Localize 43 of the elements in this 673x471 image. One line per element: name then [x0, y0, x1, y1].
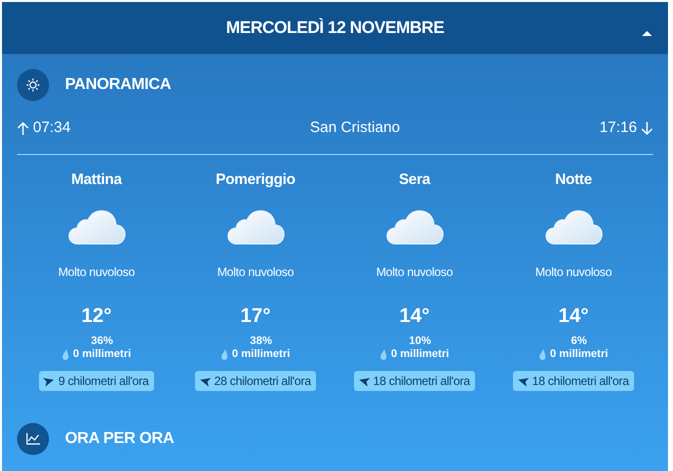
- section-title: PANORAMICA: [65, 75, 172, 95]
- raindrop-icon: [380, 349, 387, 360]
- wind-speed: 9 chilometri all'ora: [58, 373, 149, 390]
- temperature: 14°: [558, 304, 589, 329]
- cloud-icon: [386, 209, 444, 245]
- chart-icon: [17, 423, 49, 455]
- temperature: 12°: [81, 304, 112, 329]
- sun-icon: [17, 69, 49, 101]
- rain-amount: 0 millimetri: [550, 348, 608, 361]
- raindrop-icon: [62, 349, 69, 360]
- condition-text: Molto nuvoloso: [535, 264, 612, 281]
- section-title: ORA PER ORA: [65, 429, 174, 449]
- rain-chance: 10%: [408, 335, 431, 348]
- day-title: MERCOLEDÌ 12 NOVEMBRE: [226, 17, 444, 40]
- cloud-icon: [544, 209, 602, 245]
- rain-amount: 0 millimetri: [72, 348, 132, 361]
- temperature: 17°: [240, 304, 271, 329]
- condition-text: Molto nuvoloso: [376, 264, 453, 281]
- sunset-arrow-icon: [640, 122, 653, 135]
- rain-amount: 0 millimetri: [390, 348, 450, 361]
- day-header[interactable]: MERCOLEDÌ 12 NOVEMBRE: [2, 2, 668, 54]
- sunrise-time: 07:34: [33, 118, 71, 138]
- period-name: Mattina: [71, 170, 122, 190]
- rain-chance: 6%: [571, 335, 587, 348]
- wind-speed: 18 chilometri all'ora: [373, 373, 470, 390]
- period-name: Pomeriggio: [216, 170, 296, 190]
- wind-speed: 28 chilometri all'ora: [214, 373, 311, 390]
- rain-chance: 36%: [90, 335, 113, 348]
- location-name: San Cristiano: [310, 118, 400, 138]
- rain-amount: 0 millimetri: [232, 348, 290, 361]
- temperature: 14°: [399, 304, 430, 329]
- raindrop-icon: [538, 349, 546, 360]
- sunrise-arrow-icon: [17, 122, 29, 135]
- cloud-icon: [68, 209, 126, 245]
- rain-chance: 38%: [250, 335, 272, 348]
- condition-text: Molto nuvoloso: [58, 264, 135, 281]
- wind-speed: 18 chilometri all'ora: [532, 373, 629, 390]
- period-name: Notte: [555, 170, 592, 190]
- period-name: Sera: [398, 170, 430, 190]
- condition-text: Molto nuvoloso: [217, 264, 294, 281]
- sunset-time: 17:16: [599, 118, 637, 138]
- raindrop-icon: [220, 349, 228, 360]
- cloud-icon: [226, 209, 284, 245]
